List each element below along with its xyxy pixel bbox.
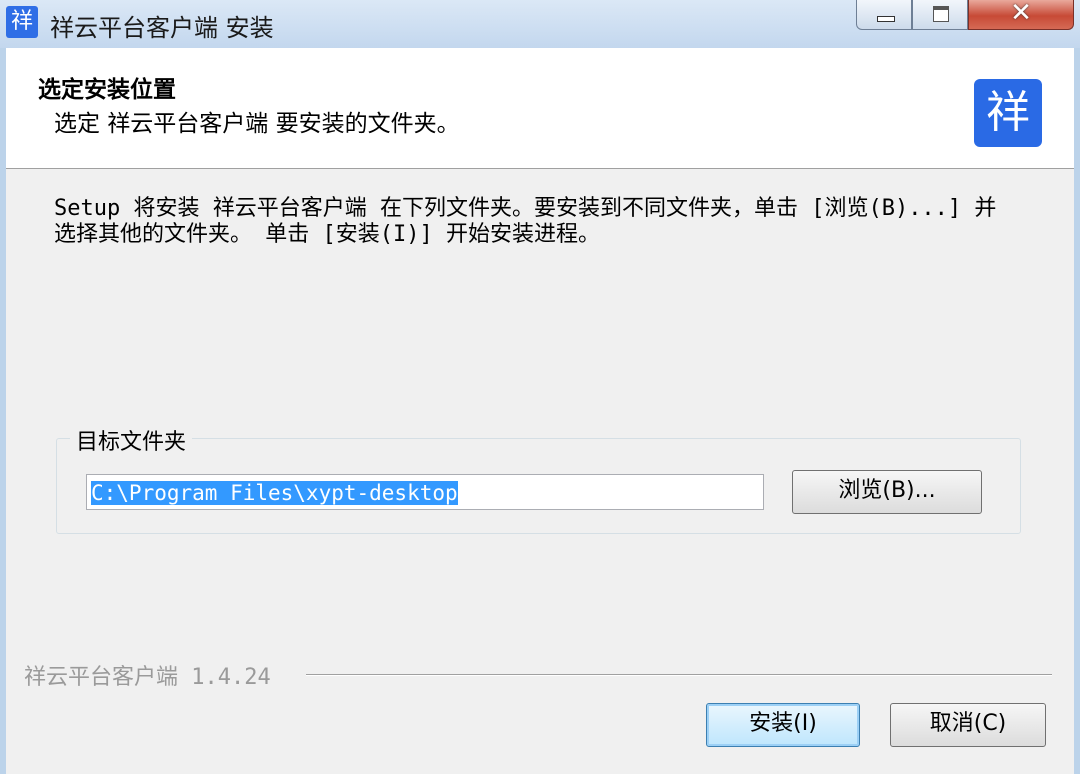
footer-divider	[306, 674, 1052, 676]
minimize-button[interactable]	[856, 0, 912, 30]
install-path-input[interactable]: C:\Program Files\xypt-desktop	[86, 474, 764, 510]
close-icon: ✕	[1010, 0, 1032, 28]
destination-folder-label: 目标文件夹	[70, 424, 193, 456]
app-logo-icon: 祥	[974, 79, 1042, 147]
app-icon: 祥	[6, 6, 38, 38]
instructions-text: Setup 将安装 祥云平台客户端 在下列文件夹。要安装到不同文件夹，单击 [浏…	[54, 196, 997, 247]
close-button[interactable]: ✕	[968, 0, 1074, 30]
installer-window: 祥 祥云平台客户端 安装 ✕ 选定安装位置 选定 祥云平台客户端 要安装的文件夹…	[0, 0, 1080, 774]
page-subtitle: 选定 祥云平台客户端 要安装的文件夹。	[54, 111, 460, 137]
install-button[interactable]: 安装(I)	[706, 703, 860, 747]
install-path-value: C:\Program Files\xypt-desktop	[91, 481, 458, 505]
window-title: 祥云平台客户端 安装	[50, 14, 274, 42]
maximize-icon	[933, 6, 949, 22]
dialog-body: 选定安装位置 选定 祥云平台客户端 要安装的文件夹。 祥 Setup 将安装 祥…	[6, 48, 1074, 774]
page-title: 选定安装位置	[38, 77, 176, 103]
cancel-button[interactable]: 取消(C)	[890, 703, 1046, 747]
browse-button[interactable]: 浏览(B)...	[792, 470, 982, 514]
minimize-icon	[877, 16, 895, 22]
version-label: 祥云平台客户端 1.4.24	[24, 659, 279, 691]
page-header: 选定安装位置 选定 祥云平台客户端 要安装的文件夹。 祥	[6, 48, 1074, 169]
title-bar[interactable]: 祥 祥云平台客户端 安装 ✕	[0, 0, 1080, 48]
maximize-button	[912, 0, 968, 30]
